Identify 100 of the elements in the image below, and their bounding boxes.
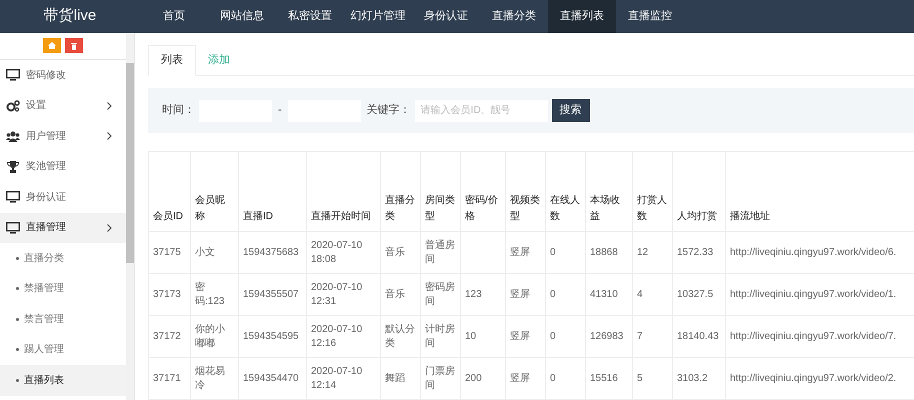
nav-tab[interactable]: 私密设置 bbox=[276, 0, 344, 33]
table-cell: 你的小嘟嘟 bbox=[195, 324, 225, 348]
table-cell: 1594375683 bbox=[243, 246, 299, 258]
sidebar-subitem-label: 禁播管理 bbox=[24, 282, 64, 296]
table-cell: 10 bbox=[465, 330, 476, 342]
sidebar-subitem[interactable]: 直播分类 bbox=[0, 243, 126, 274]
table-cell: 15516 bbox=[590, 372, 618, 384]
table-cell: 舞蹈 bbox=[385, 372, 405, 384]
bullet-icon bbox=[16, 348, 19, 352]
sidebar-subitem-label: 踢人管理 bbox=[24, 343, 64, 358]
table-cell: 计时房间 bbox=[425, 324, 455, 348]
table-cell: 0 bbox=[550, 372, 556, 384]
table-cell: 小文 bbox=[195, 246, 215, 258]
column-header: 在线人数 bbox=[546, 152, 586, 232]
trash-button[interactable] bbox=[65, 38, 83, 53]
table-cell: 0 bbox=[550, 288, 556, 300]
nav-tab[interactable]: 身份认证 bbox=[412, 0, 480, 33]
table-cell: 竖屏 bbox=[510, 288, 530, 300]
sidebar-subitem[interactable]: 禁播管理 bbox=[0, 274, 126, 304]
sidebar-item[interactable]: 身份认证 bbox=[0, 182, 126, 212]
keyword-field[interactable]: 请输入会员ID、靓号 bbox=[414, 100, 548, 122]
brand-logo: 带货live bbox=[42, 6, 98, 26]
sidebar-item[interactable]: 密码修改 bbox=[0, 60, 126, 90]
table-cell: 12 bbox=[637, 246, 648, 258]
sidebar-subitem[interactable]: 直播列表 bbox=[0, 365, 126, 396]
table-cell: 门票房间 bbox=[425, 366, 455, 390]
table-cell: 密码:123 bbox=[195, 282, 224, 306]
table-cell: 37173 bbox=[153, 288, 181, 300]
table-cell: 2020-07-10 12:16 bbox=[311, 324, 362, 348]
column-header: 直播分类 bbox=[380, 152, 420, 232]
sidebar-subitem[interactable]: 禁言管理 bbox=[0, 304, 126, 334]
table-cell: 2020-07-10 12:31 bbox=[311, 282, 362, 306]
table-cell: 126983 bbox=[590, 330, 624, 342]
table-cell: 2020-07-10 18:08 bbox=[311, 240, 362, 264]
column-header: 密码/价格 bbox=[460, 152, 506, 232]
scrollbar-thumb[interactable] bbox=[126, 63, 134, 263]
table-cell: 音乐 bbox=[385, 288, 405, 300]
sidebar-subitem-label: 直播列表 bbox=[24, 374, 64, 388]
table-cell: 0 bbox=[550, 246, 556, 258]
tab[interactable]: 列表 bbox=[148, 45, 196, 76]
column-header: 直播开始时间 bbox=[306, 152, 380, 232]
monitor-icon bbox=[6, 69, 20, 82]
table-cell: 1594354470 bbox=[243, 372, 299, 384]
gears-icon bbox=[6, 100, 20, 112]
column-header: 直播ID bbox=[238, 152, 306, 232]
column-header: 人均打赏 bbox=[672, 152, 726, 232]
monitor-icon bbox=[6, 191, 20, 204]
table-cell: 41310 bbox=[590, 288, 618, 300]
range-separator: - bbox=[278, 103, 282, 118]
column-header: 会员昵称 bbox=[190, 152, 238, 232]
nav-tab[interactable]: 首页 bbox=[140, 0, 208, 33]
sidebar-subitem-label: 禁言管理 bbox=[24, 312, 64, 327]
column-header: 打赏人数 bbox=[632, 152, 672, 232]
bullet-icon bbox=[16, 256, 19, 260]
table-cell: 1594355507 bbox=[243, 288, 299, 300]
sidebar-item[interactable]: 直播管理 bbox=[0, 212, 126, 243]
sidebar-subitem-label: 直播分类 bbox=[24, 252, 64, 266]
table-cell: http://liveqiniu.qingyu97.work/video/6. bbox=[730, 246, 896, 258]
table-cell: 123 bbox=[465, 288, 482, 300]
column-header: 会员ID bbox=[148, 152, 190, 232]
trash-icon bbox=[71, 42, 77, 50]
table-cell: 音乐 bbox=[385, 246, 405, 258]
table-cell: 2020-07-10 12:14 bbox=[311, 366, 362, 390]
table-cell: 烟花易冷 bbox=[195, 366, 225, 390]
table-cell: 10327.5 bbox=[677, 288, 714, 300]
nav-tab[interactable]: 直播监控 bbox=[616, 0, 684, 33]
table-cell: 默认分类 bbox=[385, 324, 415, 348]
table-cell: http://liveqiniu.qingyu97.work/video/2. bbox=[730, 372, 896, 384]
nav-tab[interactable]: 幻灯片管理 bbox=[344, 0, 412, 33]
table-cell: 竖屏 bbox=[510, 246, 530, 258]
bullet-icon bbox=[16, 318, 19, 321]
table-cell: 竖屏 bbox=[510, 372, 530, 384]
sidebar-item[interactable]: 用户管理 bbox=[0, 121, 126, 152]
table-cell: 37172 bbox=[153, 330, 181, 342]
table-cell: 37171 bbox=[153, 372, 181, 384]
table-cell: 5 bbox=[637, 372, 643, 384]
users-icon bbox=[6, 130, 20, 142]
table-cell: 1594354595 bbox=[243, 330, 299, 342]
sidebar-subitem[interactable]: 踢人管理 bbox=[0, 334, 126, 365]
bullet-icon bbox=[16, 378, 19, 382]
sidebar-item[interactable]: 奖池管理 bbox=[0, 152, 126, 182]
nav-tab[interactable]: 网站信息 bbox=[208, 0, 276, 33]
home-icon bbox=[48, 42, 56, 49]
table-cell: 37175 bbox=[153, 246, 181, 258]
sidebar-item[interactable]: 设置 bbox=[0, 90, 126, 121]
search-button[interactable]: 搜索 bbox=[552, 99, 590, 122]
column-header: 房间类型 bbox=[420, 152, 460, 232]
table-cell: 0 bbox=[550, 330, 556, 342]
bullet-icon bbox=[16, 287, 19, 290]
column-header: 播流地址 bbox=[726, 152, 914, 232]
table-cell: 18868 bbox=[590, 246, 618, 258]
home-button[interactable] bbox=[43, 38, 61, 53]
table-cell: 4 bbox=[637, 288, 643, 300]
table-cell: http://liveqiniu.qingyu97.work/video/7. bbox=[730, 330, 896, 342]
nav-tab[interactable]: 直播列表 bbox=[548, 0, 616, 33]
monitor-icon bbox=[6, 222, 20, 234]
table-cell: 竖屏 bbox=[510, 330, 530, 342]
nav-tab[interactable]: 直播分类 bbox=[480, 0, 548, 33]
table-cell: 7 bbox=[637, 330, 643, 342]
table-cell: 密码房间 bbox=[425, 282, 455, 306]
